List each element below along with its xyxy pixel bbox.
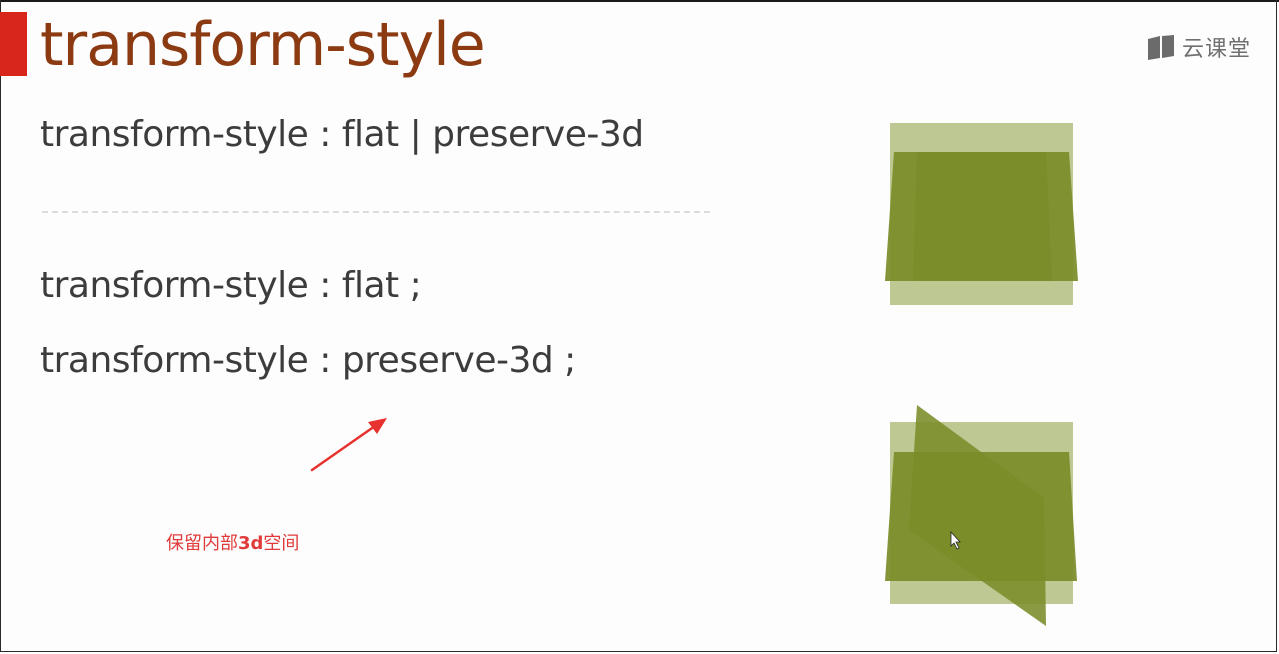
example-preserve-line: transform-style : preserve-3d ; <box>40 340 576 381</box>
annotation-note: 保留内部3d空间 <box>166 533 299 555</box>
title-accent-bar <box>0 12 27 76</box>
annotation-emphasis: 3d <box>238 533 264 554</box>
arrow-pointer-icon <box>305 410 395 481</box>
example-flat-line: transform-style : flat ; <box>40 265 422 306</box>
brand-name: 云课堂 <box>1182 37 1252 62</box>
flat-rotated-plane <box>913 152 1052 281</box>
slide-title: transform-style <box>40 10 486 80</box>
syntax-line: transform-style : flat | preserve-3d <box>40 114 644 155</box>
dashed-divider <box>42 211 710 213</box>
flat-demo-figure <box>880 118 1090 323</box>
preserve3d-demo-figure <box>880 400 1090 635</box>
brand-logo: 云课堂 <box>1146 32 1251 62</box>
annotation-suffix: 空间 <box>263 533 300 554</box>
annotation-prefix: 保留内部 <box>166 533 238 554</box>
book-icon <box>1146 33 1176 61</box>
